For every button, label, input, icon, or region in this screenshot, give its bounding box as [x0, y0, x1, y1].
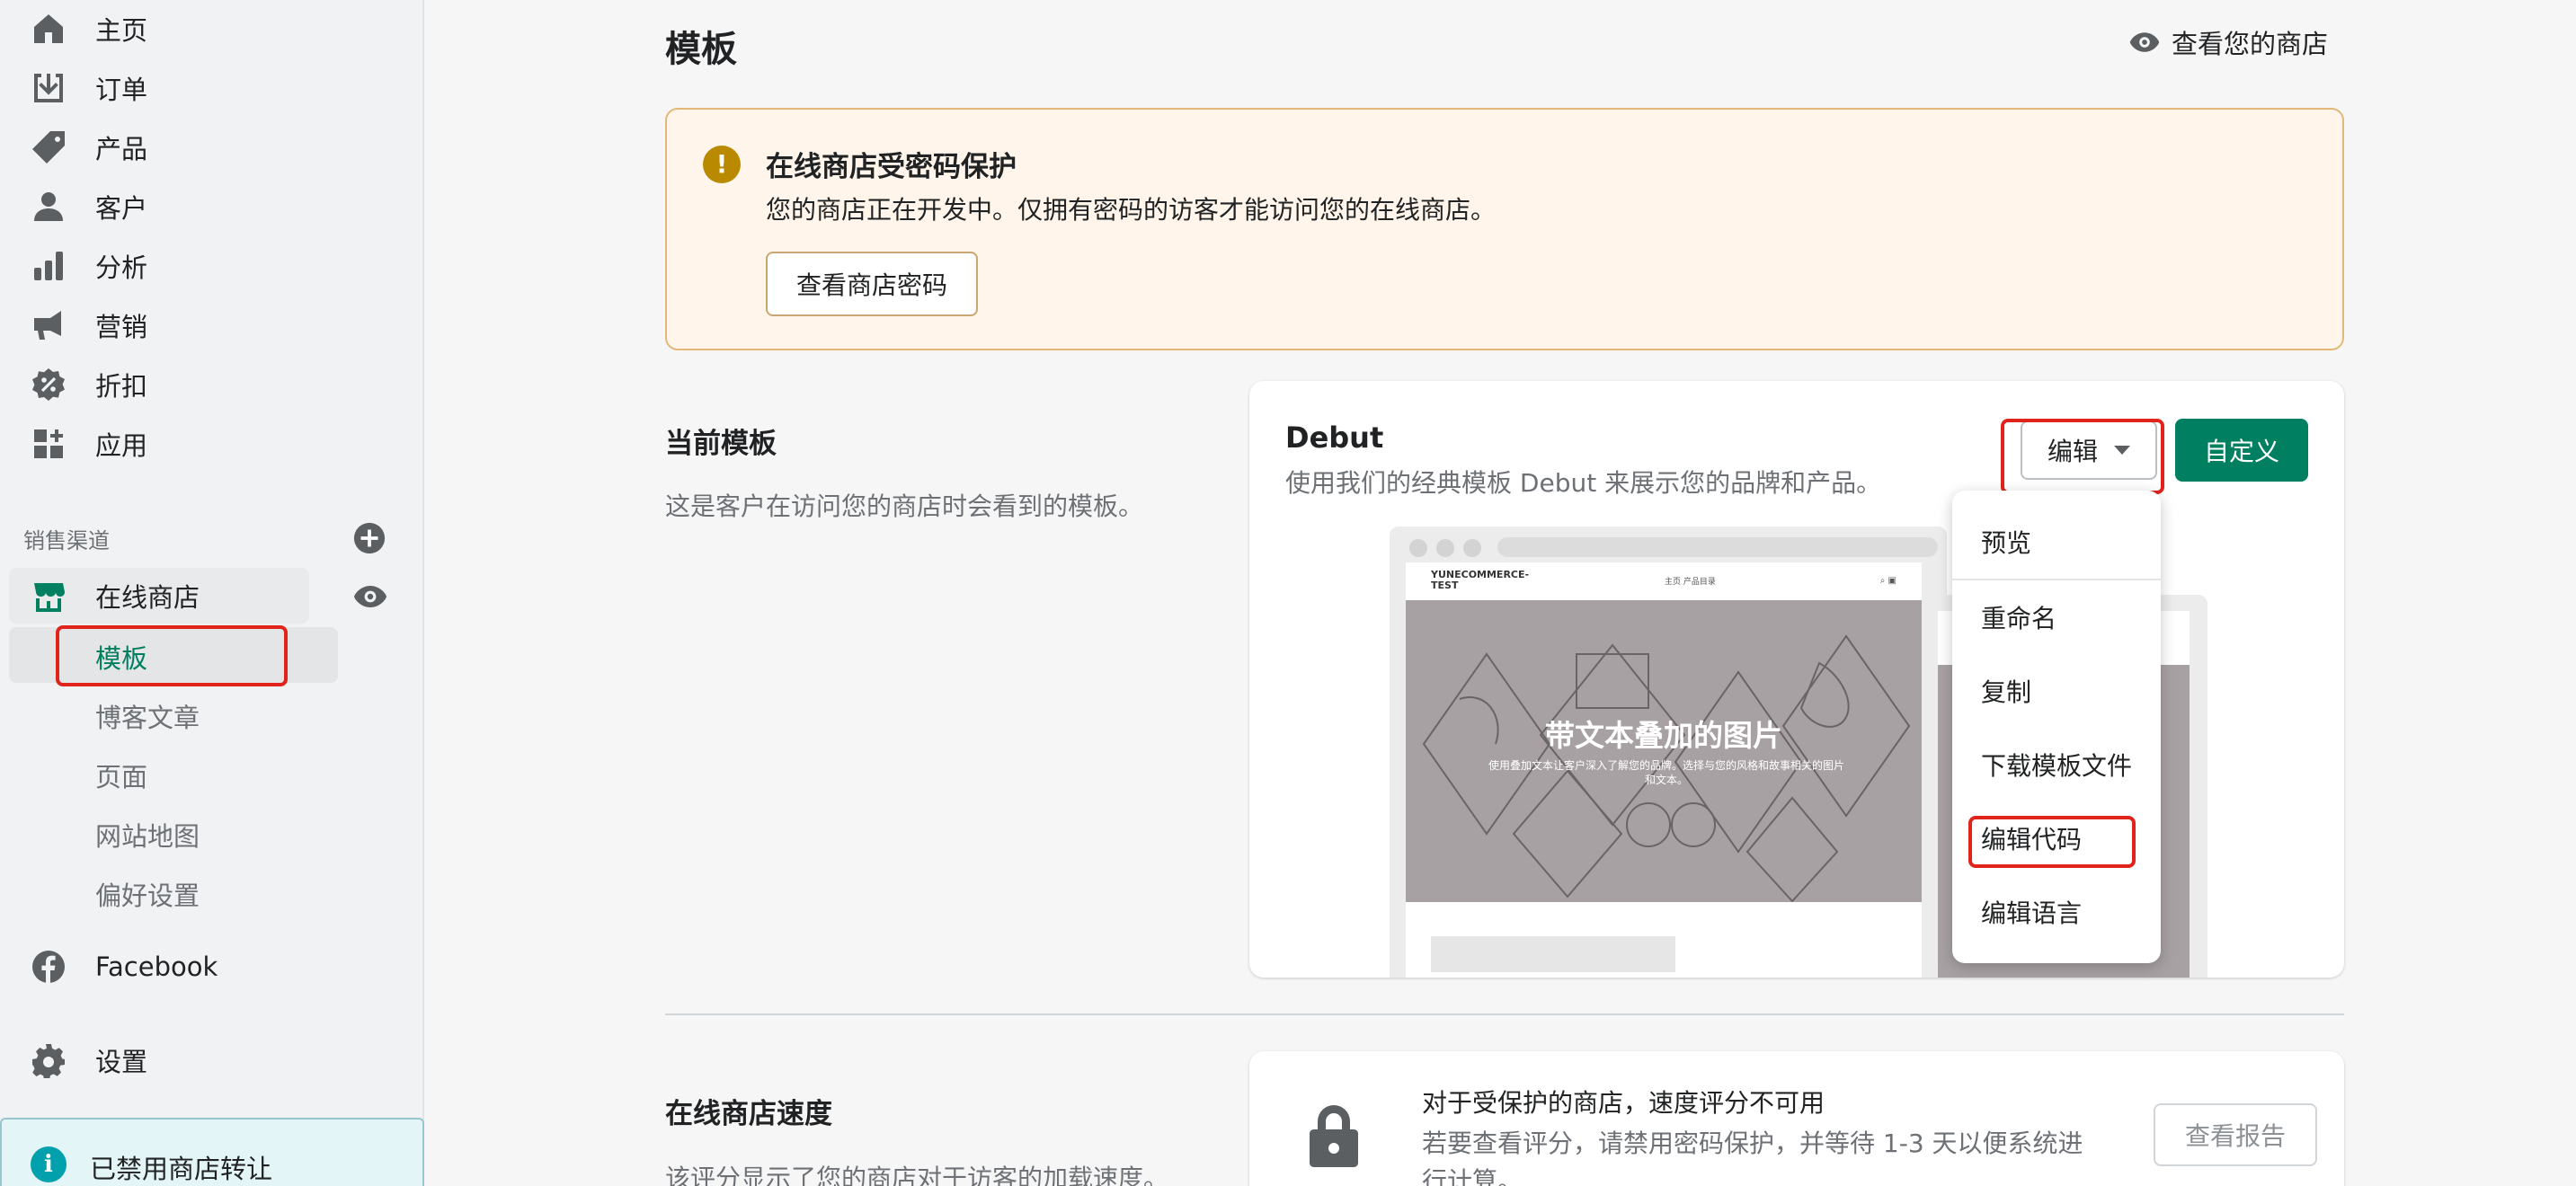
menu-item-rename[interactable]: 重命名 — [1952, 589, 2161, 645]
eye-icon[interactable] — [352, 579, 388, 615]
banner-description: 您的商店正在开发中。仅拥有密码的访客才能访问您的在线商店。 — [766, 195, 1497, 225]
view-store-password-button[interactable]: 查看商店密码 — [766, 252, 978, 316]
nav-item-marketing[interactable]: 营销 — [0, 298, 424, 352]
nav-item-customers[interactable]: 客户 — [0, 180, 424, 234]
view-store-link[interactable]: 查看您的商店 — [2128, 23, 2328, 61]
view-report-button[interactable]: 查看报告 — [2154, 1103, 2317, 1166]
nav-label: 客户 — [95, 193, 148, 224]
info-icon: i — [31, 1146, 67, 1182]
add-channel-icon[interactable] — [352, 521, 386, 555]
sidebar-item-blog-posts[interactable]: 博客文章 — [9, 686, 338, 742]
highlight-box-edit-code — [1968, 816, 2136, 868]
store-speed-card: 对于受保护的商店，速度评分不可用 若要查看评分，请禁用密码保护，并等待 1-3 … — [1249, 1051, 2344, 1186]
online-store-label: 在线商店 — [95, 582, 200, 613]
preview-hero-subtitle: 使用叠加文本让客户深入了解您的品牌。选择与您的风格和故事相关的图片和文本。 — [1488, 759, 1844, 786]
speed-card-description: 若要查看评分，请禁用密码保护，并等待 1-3 天以便系统进行计算。 — [1422, 1128, 2083, 1186]
sidebar: 主页 订单 产品 客户 分析 营销 折扣 应用 销售渠道 在线商店 模板 博客文… — [0, 0, 424, 1186]
theme-actions-dropdown: 预览 重命名 复制 下载模板文件 编辑代码 编辑语言 — [1952, 491, 2161, 963]
nav-item-facebook[interactable]: Facebook — [0, 940, 424, 994]
preview-hero: 带文本叠加的图片 使用叠加文本让客户深入了解您的品牌。选择与您的风格和故事相关的… — [1406, 600, 1922, 902]
warning-icon: ! — [703, 146, 741, 183]
current-theme-card: Debut 使用我们的经典模板 Debut 来展示您的品牌和产品。 编辑 自定义… — [1249, 381, 2344, 978]
tag-icon — [29, 128, 68, 167]
sub-item-label: 页面 — [95, 762, 148, 792]
section-divider — [665, 1013, 2344, 1015]
nav-label: 折扣 — [95, 371, 148, 402]
nav-item-settings[interactable]: 设置 — [0, 1033, 424, 1087]
theme-description: 使用我们的经典模板 Debut 来展示您的品牌和产品。 — [1285, 468, 1882, 498]
current-theme-desc: 这是客户在访问您的商店时会看到的模板。 — [665, 491, 1144, 521]
nav-label: 应用 — [95, 430, 148, 461]
desktop-preview: YUNECOMMERCE-TEST 主页 产品目录 ⌕ ▣ 带文本叠加的图片 使… — [1390, 527, 1947, 978]
banner-title: 在线商店受密码保护 — [766, 151, 1017, 183]
sub-item-label: 偏好设置 — [95, 881, 200, 911]
facebook-icon — [29, 947, 68, 987]
nav-label: 主页 — [95, 15, 148, 46]
nav-item-discounts[interactable]: 折扣 — [0, 358, 424, 412]
sales-channels-title: 销售渠道 — [23, 528, 110, 553]
sidebar-item-navigation[interactable]: 网站地图 — [9, 805, 338, 861]
store-transfer-notice: i 已禁用商店转让 — [0, 1118, 424, 1186]
person-icon — [29, 187, 68, 226]
settings-label: 设置 — [95, 1047, 148, 1077]
nav-item-products[interactable]: 产品 — [0, 120, 424, 174]
megaphone-icon — [29, 305, 68, 345]
preview-hero-title: 带文本叠加的图片 — [1545, 718, 1782, 753]
apps-icon — [29, 424, 68, 464]
store-icon — [29, 576, 68, 615]
current-theme-title: 当前模板 — [665, 428, 777, 460]
view-store-label: 查看您的商店 — [2172, 29, 2329, 59]
browser-urlbar — [1497, 537, 1938, 557]
notice-text: 已禁用商店转让 — [90, 1154, 273, 1184]
preview-site-nav: YUNECOMMERCE-TEST 主页 产品目录 ⌕ ▣ — [1406, 562, 1922, 598]
password-protection-banner: ! 在线商店受密码保护 您的商店正在开发中。仅拥有密码的访客才能访问您的在线商店… — [665, 108, 2344, 350]
store-speed-title: 在线商店速度 — [665, 1098, 832, 1130]
nav-label: 产品 — [95, 134, 148, 164]
sidebar-item-pages[interactable]: 页面 — [9, 746, 338, 801]
sub-item-label: 博客文章 — [95, 703, 200, 733]
menu-item-edit-languages[interactable]: 编辑语言 — [1952, 884, 2161, 940]
customize-theme-button[interactable]: 自定义 — [2175, 419, 2308, 482]
menu-item-preview[interactable]: 预览 — [1952, 514, 2161, 570]
lock-icon — [1310, 1105, 1358, 1167]
preview-search-cart-icons: ⌕ ▣ — [1879, 575, 1896, 586]
orders-icon — [29, 68, 68, 108]
speed-card-title: 对于受保护的商店，速度评分不可用 — [1422, 1088, 1825, 1118]
gear-icon — [29, 1040, 68, 1080]
discount-icon — [29, 365, 68, 404]
nav-item-home[interactable]: 主页 — [0, 2, 424, 56]
facebook-label: Facebook — [95, 951, 218, 982]
nav-label: 营销 — [95, 312, 148, 342]
nav-item-apps[interactable]: 应用 — [0, 417, 424, 471]
menu-item-duplicate[interactable]: 复制 — [1952, 663, 2161, 719]
sidebar-item-preferences[interactable]: 偏好设置 — [9, 864, 338, 920]
eye-icon — [2129, 32, 2160, 52]
browser-dots — [1409, 539, 1481, 557]
preview-site: YUNECOMMERCE-TEST 主页 产品目录 ⌕ ▣ 带文本叠加的图片 使… — [1406, 562, 1922, 978]
analytics-icon — [29, 246, 68, 286]
preview-content-block — [1431, 936, 1675, 972]
page-title: 模板 — [665, 29, 737, 70]
menu-separator — [1952, 579, 2161, 580]
preview-nav-links: 主页 产品目录 — [1665, 577, 1716, 587]
home-icon — [29, 9, 68, 49]
menu-item-download-theme[interactable]: 下载模板文件 — [1952, 737, 2161, 792]
nav-label: 订单 — [95, 75, 148, 105]
highlight-box-themes — [56, 625, 288, 686]
highlight-box-edit — [2001, 419, 2164, 494]
nav-item-analytics[interactable]: 分析 — [0, 239, 424, 293]
sub-item-label: 网站地图 — [95, 821, 200, 852]
store-speed-desc: 该评分显示了您的商店对于访客的加载速度。 — [665, 1164, 1169, 1186]
theme-name: Debut — [1285, 420, 1384, 455]
preview-store-name: YUNECOMMERCE-TEST — [1431, 569, 1530, 591]
nav-label: 分析 — [95, 252, 148, 283]
nav-item-orders[interactable]: 订单 — [0, 61, 424, 115]
